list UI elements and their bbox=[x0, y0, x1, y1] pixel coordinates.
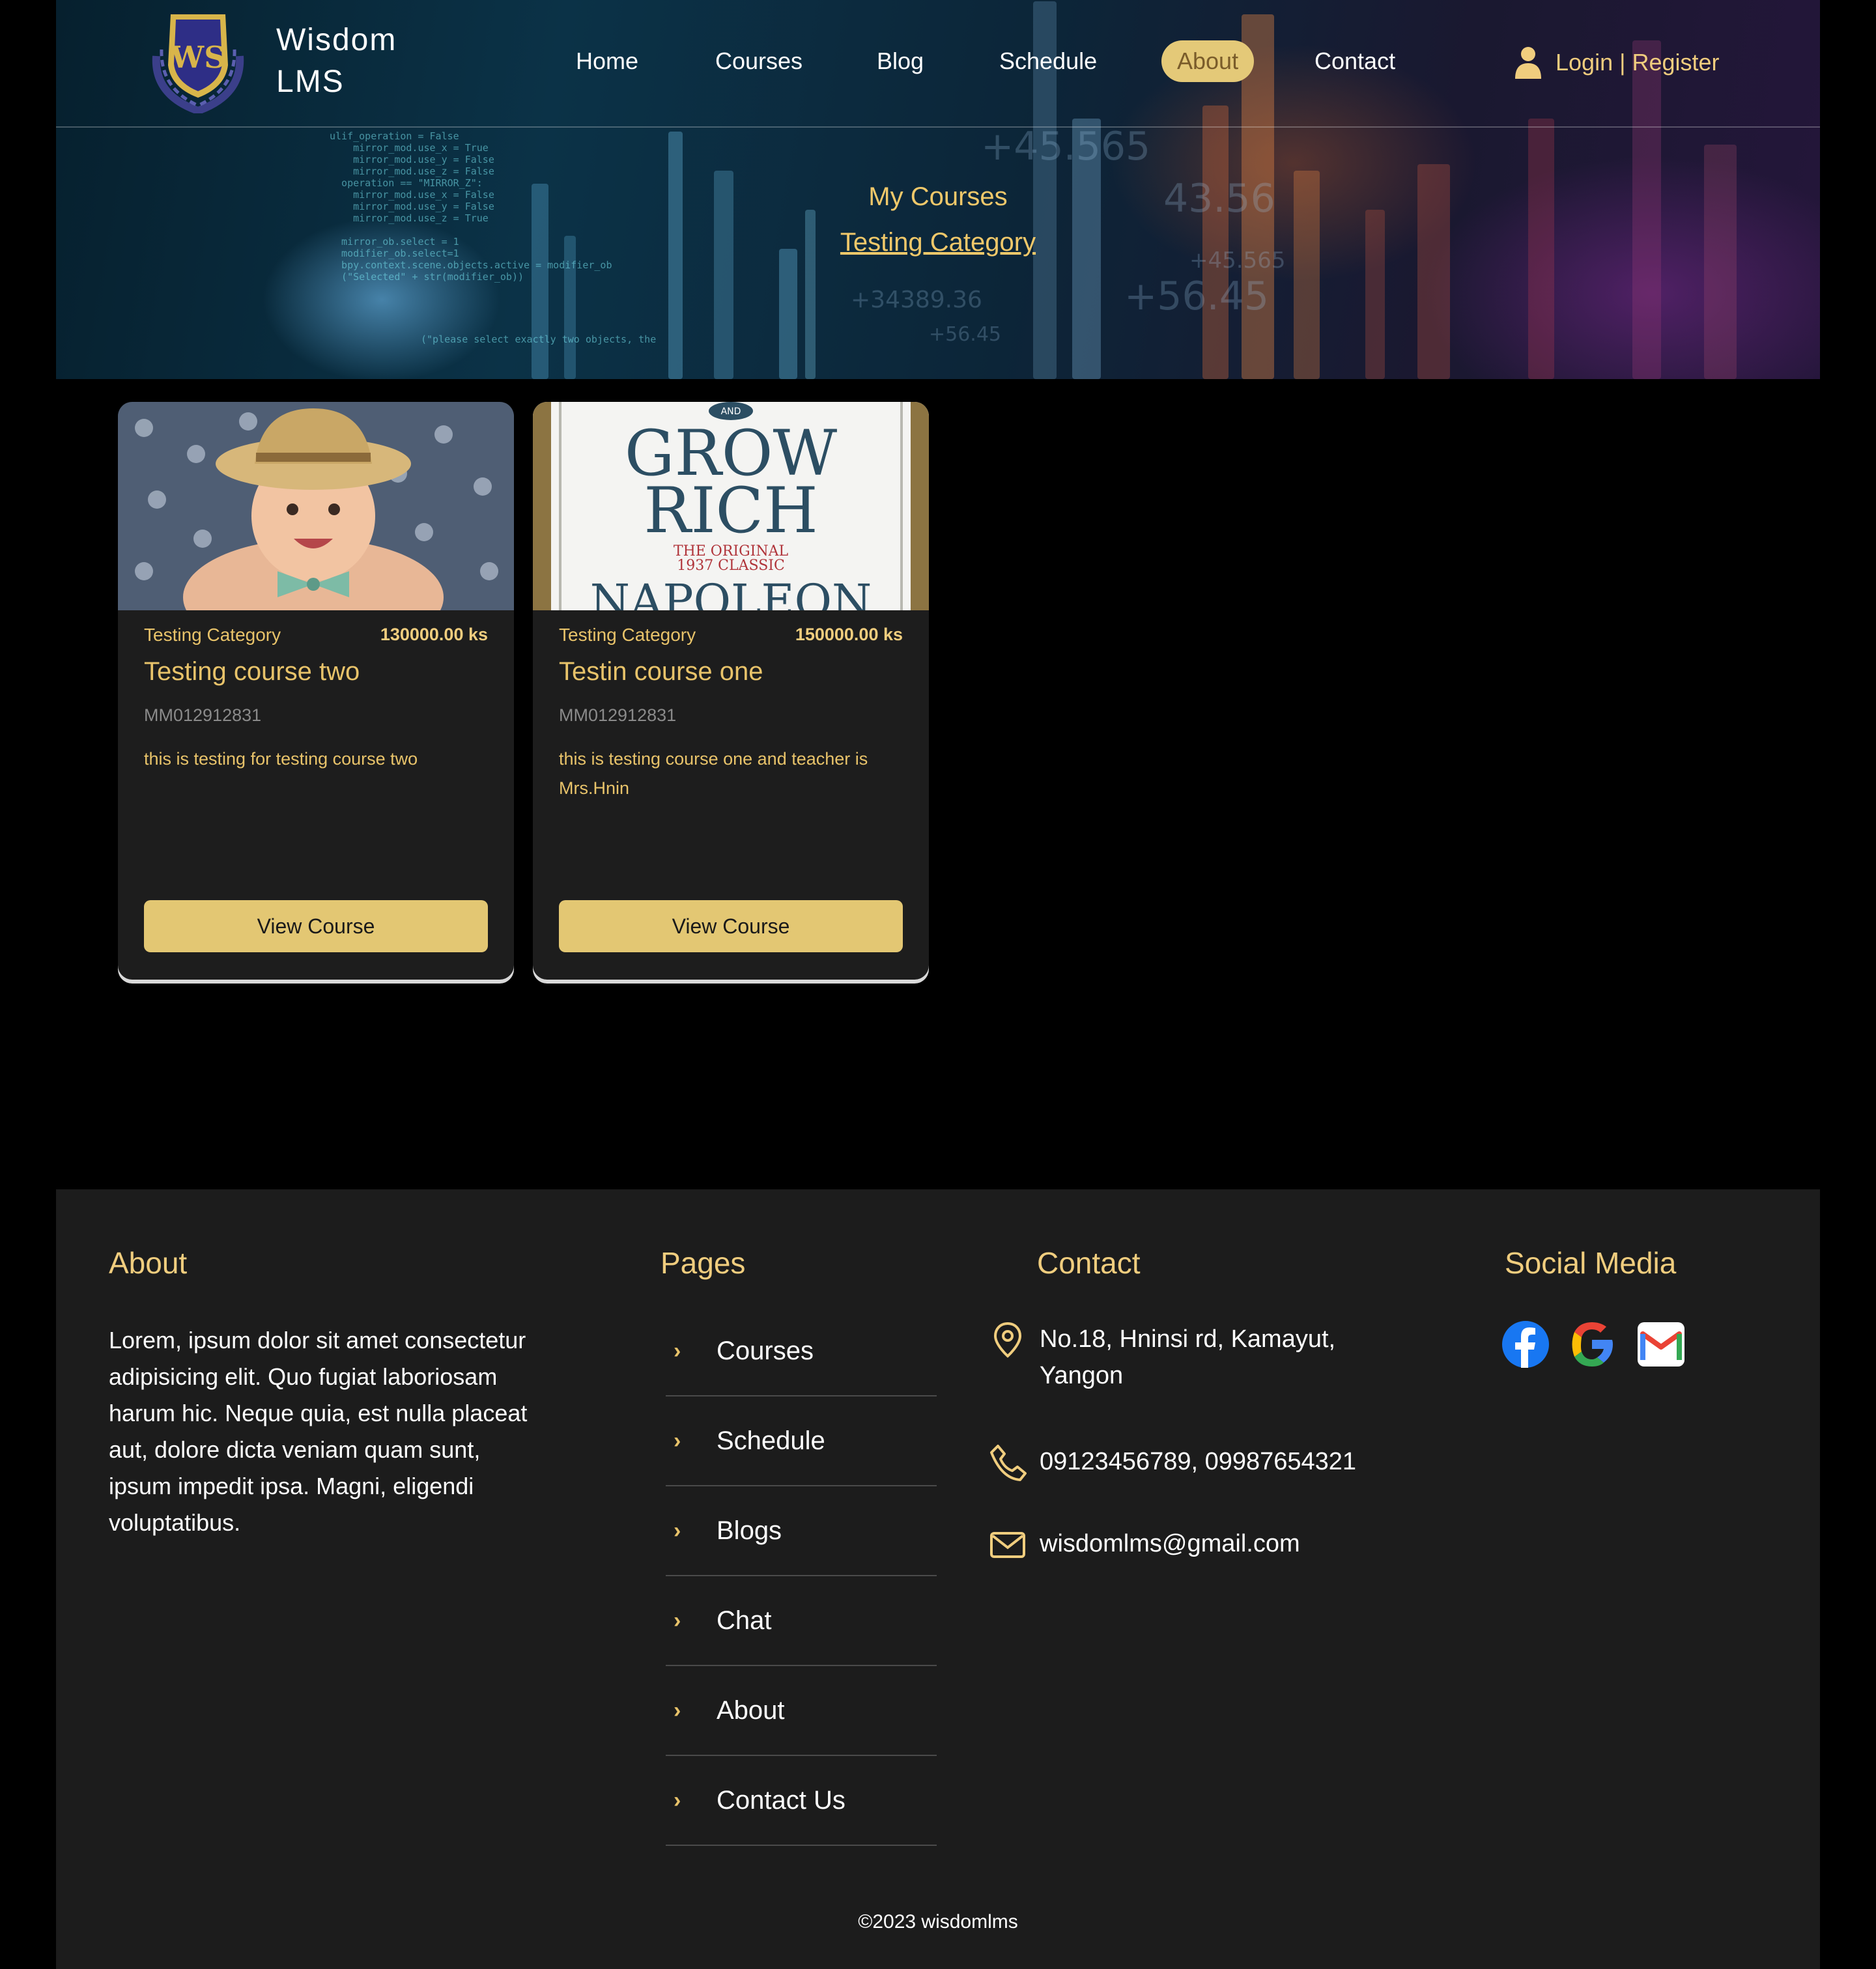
footer-link-about[interactable]: › About bbox=[666, 1666, 937, 1756]
nav-contact[interactable]: Contact bbox=[1315, 40, 1395, 82]
user-icon bbox=[1515, 47, 1541, 79]
view-course-button[interactable]: View Course bbox=[144, 900, 488, 952]
chevron-right-icon: › bbox=[674, 1428, 681, 1453]
footer-link-chat[interactable]: › Chat bbox=[666, 1576, 937, 1666]
chevron-right-icon: › bbox=[674, 1697, 681, 1723]
view-course-button[interactable]: View Course bbox=[559, 900, 903, 952]
footer-phone: 09123456789, 09987654321 bbox=[989, 1443, 1356, 1481]
course-thumbnail-book: AND GROW RICH THE ORIGINAL 1937 CLASSIC … bbox=[533, 402, 929, 610]
svg-text:NAPOLEON: NAPOLEON bbox=[590, 574, 872, 610]
footer-about-heading: About bbox=[109, 1246, 188, 1280]
page-title: My Courses bbox=[868, 182, 1008, 211]
nav-schedule[interactable]: Schedule bbox=[999, 40, 1097, 82]
footer-social-heading: Social Media bbox=[1505, 1246, 1677, 1280]
footer-link-contact-us[interactable]: › Contact Us bbox=[666, 1756, 937, 1846]
svg-text:RICH: RICH bbox=[644, 474, 817, 547]
brand-name[interactable]: Wisdom LMS bbox=[276, 20, 397, 103]
nav-blog[interactable]: Blog bbox=[877, 40, 924, 82]
course-card: AND GROW RICH THE ORIGINAL 1937 CLASSIC … bbox=[533, 402, 929, 980]
footer-address: No.18, Hninsi rd, Kamayut, Yangon bbox=[989, 1321, 1335, 1394]
course-card: Testing Category 130000.00 ks Testing co… bbox=[118, 402, 514, 980]
course-code: MM012912831 bbox=[559, 705, 677, 725]
course-price: 150000.00 ks bbox=[795, 625, 903, 644]
course-description: this is testing course one and teacher i… bbox=[559, 749, 868, 798]
phone-icon bbox=[990, 1445, 1027, 1481]
course-category: Testing Category bbox=[559, 625, 696, 645]
nav-courses[interactable]: Courses bbox=[715, 40, 803, 82]
svg-text:WS: WS bbox=[170, 40, 226, 75]
chevron-right-icon: › bbox=[674, 1518, 681, 1543]
nav-about[interactable]: About bbox=[1161, 40, 1255, 82]
footer-link-courses[interactable]: › Courses bbox=[666, 1307, 937, 1396]
hero-banner: ulif_operation = False mirror_mod.use_x … bbox=[56, 0, 1820, 379]
footer-link-schedule[interactable]: › Schedule bbox=[666, 1396, 937, 1486]
location-pin-icon bbox=[993, 1322, 1022, 1358]
course-category: Testing Category bbox=[144, 625, 281, 645]
course-title[interactable]: Testin course one bbox=[559, 657, 763, 687]
footer-link-blogs[interactable]: › Blogs bbox=[666, 1486, 937, 1576]
breadcrumb-category[interactable]: Testing Category bbox=[56, 228, 1820, 257]
footer: About Lorem, ipsum dolor sit amet consec… bbox=[56, 1189, 1820, 1969]
course-thumbnail-baby bbox=[118, 402, 514, 610]
footer-pages-heading: Pages bbox=[661, 1246, 746, 1280]
facebook-icon[interactable] bbox=[1501, 1320, 1550, 1369]
course-title[interactable]: Testing course two bbox=[144, 657, 360, 687]
footer-email[interactable]: wisdomlms@gmail.com bbox=[989, 1525, 1300, 1563]
footer-contact-heading: Contact bbox=[1037, 1246, 1141, 1280]
page: ulif_operation = False mirror_mod.use_x … bbox=[56, 0, 1820, 1969]
gmail-icon[interactable] bbox=[1636, 1320, 1686, 1369]
google-icon[interactable] bbox=[1567, 1320, 1617, 1369]
course-description: this is testing for testing course two bbox=[144, 749, 418, 769]
course-code: MM012912831 bbox=[144, 705, 262, 725]
chevron-right-icon: › bbox=[674, 1608, 681, 1633]
login-register-link[interactable]: Login | Register bbox=[1515, 42, 1720, 83]
svg-text:1937 CLASSIC: 1937 CLASSIC bbox=[677, 558, 785, 574]
chevron-right-icon: › bbox=[674, 1787, 681, 1813]
mail-icon bbox=[990, 1532, 1025, 1558]
social-icons bbox=[1501, 1320, 1686, 1369]
svg-text:AND: AND bbox=[721, 406, 741, 417]
ws-logo-icon: WS bbox=[152, 14, 244, 113]
nav-home[interactable]: Home bbox=[576, 40, 638, 82]
header-divider bbox=[56, 126, 1820, 128]
footer-about-text: Lorem, ipsum dolor sit amet consectetur … bbox=[109, 1327, 528, 1536]
copyright: ©2023 wisdomlms bbox=[858, 1911, 1018, 1933]
chevron-right-icon: › bbox=[674, 1338, 681, 1363]
course-price: 130000.00 ks bbox=[380, 625, 488, 644]
